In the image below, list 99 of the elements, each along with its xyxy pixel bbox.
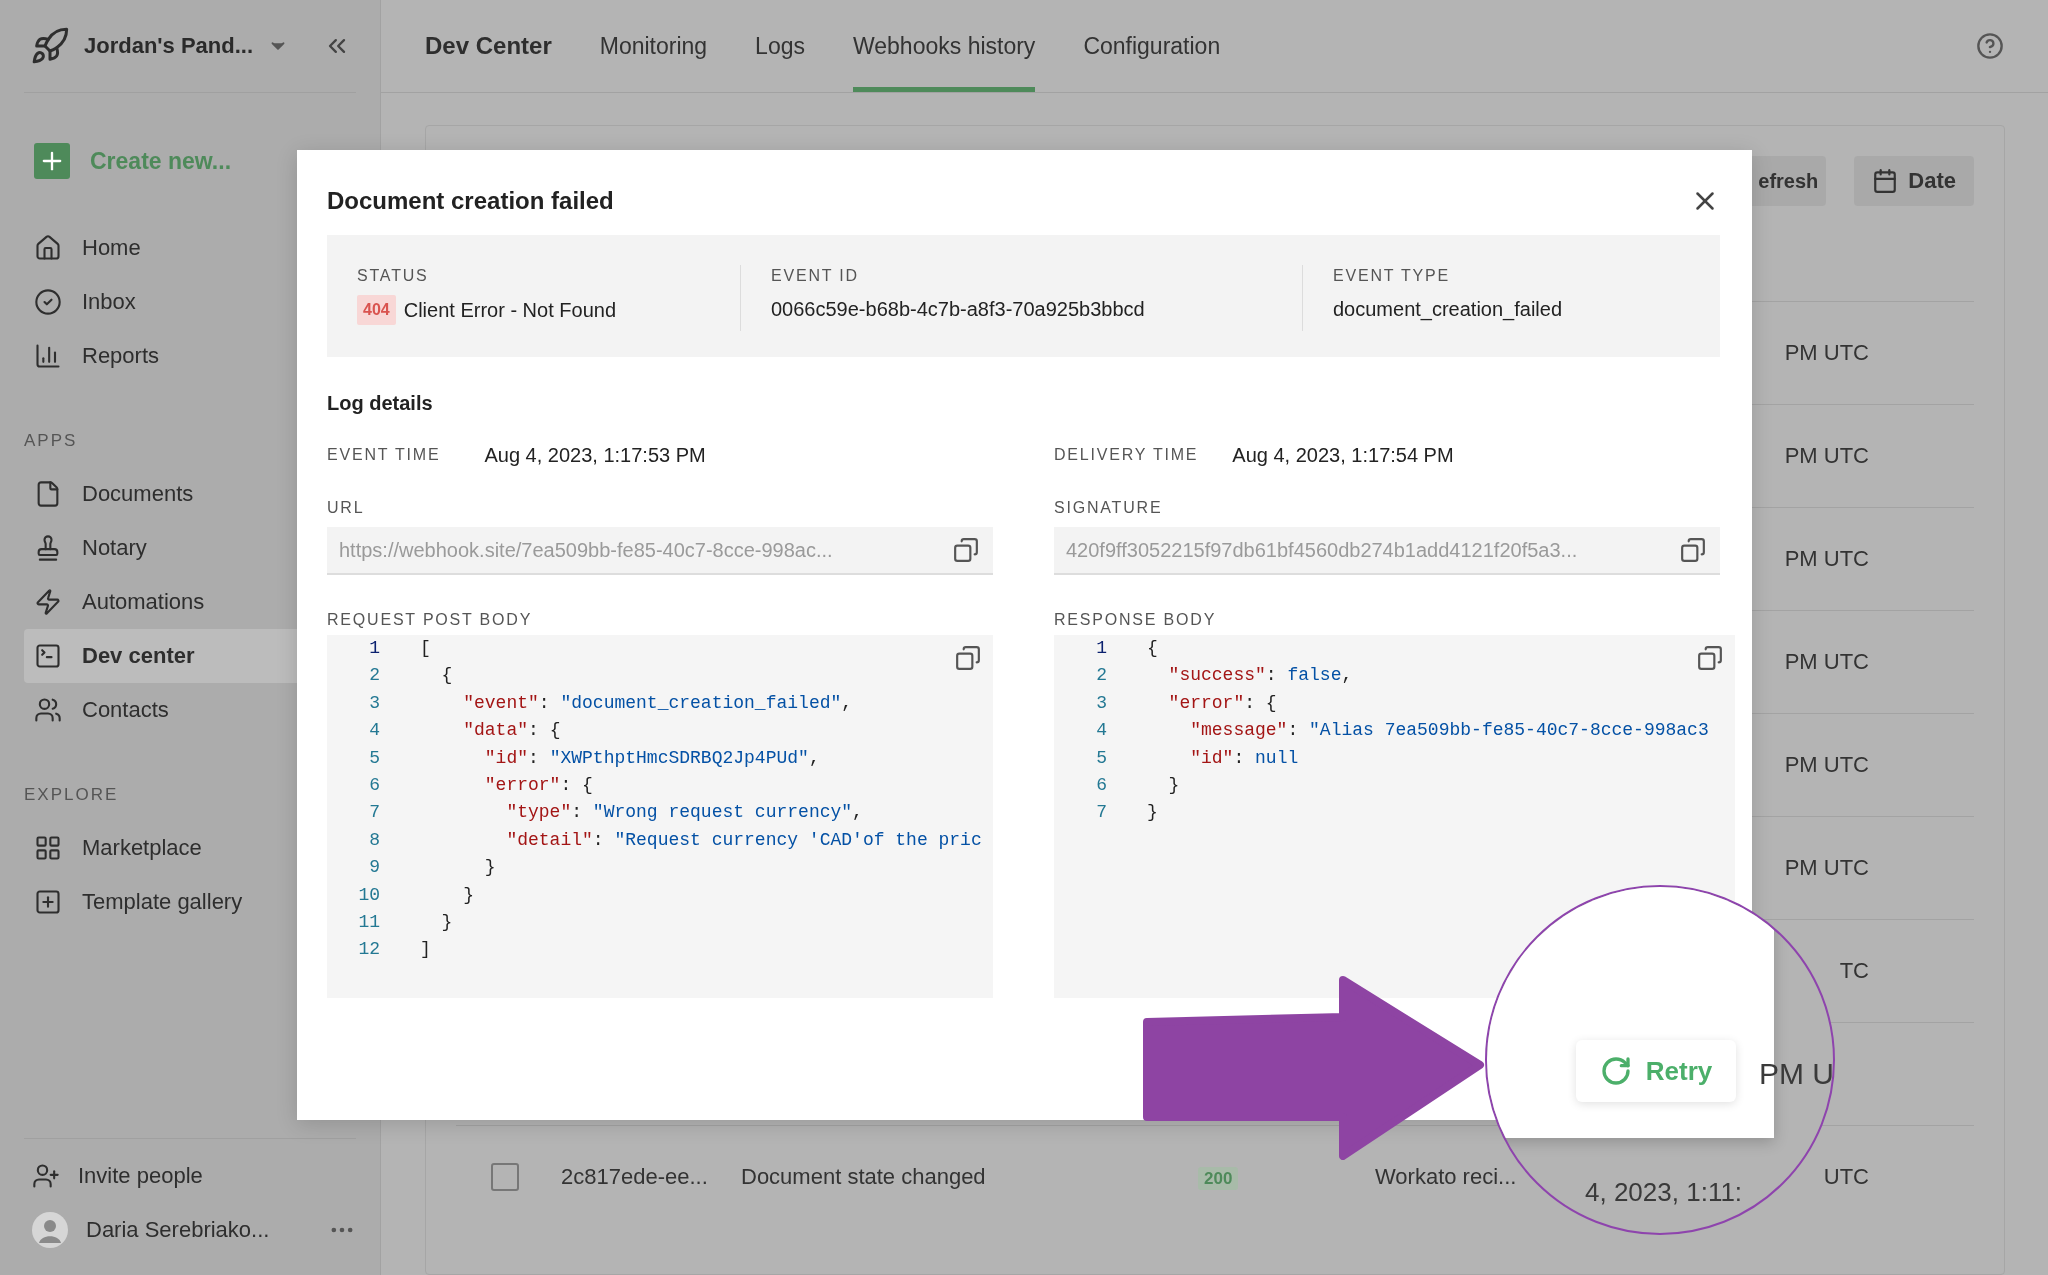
line-number: 7 (368, 801, 380, 825)
line-number: 12 (357, 938, 380, 962)
code-line: { (440, 664, 453, 688)
date-button[interactable]: Date (1854, 156, 1974, 206)
line-number: 6 (368, 774, 380, 798)
summary-label: EVENT TYPE (1333, 266, 1451, 286)
line-number: 11 (357, 911, 380, 935)
table-cell-text: Document state changed (741, 1164, 987, 1190)
table-cell: PM UTC (1784, 855, 1869, 881)
copy-icon[interactable] (1697, 645, 1723, 671)
calendar-icon (1872, 168, 1899, 194)
code-line: [ (420, 637, 431, 660)
code-line: } (1167, 774, 1180, 798)
table-cell: TC (1839, 958, 1869, 984)
code-line: "error": { (483, 774, 593, 798)
nav-tab[interactable]: Logs (755, 0, 805, 92)
sidebar-item-icon (34, 342, 62, 370)
code-line: ] (420, 938, 431, 962)
time-value: Aug 4, 2023, 1:17:54 PM (1232, 443, 1454, 467)
summary-label: EVENT ID (771, 266, 860, 286)
add-person-icon (32, 1162, 60, 1190)
line-number: 8 (368, 828, 380, 852)
sidebar-item-icon (34, 234, 62, 262)
line-number: 5 (368, 746, 380, 770)
status-badge: 404 (357, 295, 396, 325)
code-line: "error": { (1167, 691, 1277, 715)
table-cell: 4, 2023, 1:11: (1585, 1177, 1743, 1208)
sidebar-item-icon (34, 696, 62, 724)
line-number: 3 (1095, 691, 1107, 715)
table-cell-text: 2c817ede-ee... (561, 1164, 709, 1190)
page-title: Dev Center (425, 32, 552, 60)
line-number: 1 (1095, 637, 1107, 660)
nav-tab[interactable]: Configuration (1083, 0, 1221, 92)
row-checkbox[interactable] (491, 1163, 519, 1191)
table-cell: PM UTC (1784, 443, 1869, 469)
table-cell: PM UTC (1784, 752, 1869, 778)
code-line: } (1147, 801, 1158, 825)
table-cell: PM UTC (1784, 546, 1869, 572)
line-number: 9 (368, 856, 380, 880)
sidebar-item-icon (34, 642, 62, 670)
sidebar-item-icon (34, 888, 62, 916)
sidebar-item-icon (34, 834, 62, 862)
code-line: "data": { (462, 719, 561, 743)
summary-value: document_creation_failed (1333, 297, 1564, 323)
sidebar-item-icon (34, 588, 62, 616)
field-label: SIGNATURE (1054, 498, 1164, 518)
code-label: RESPONSE BODY (1054, 610, 1218, 630)
nav-tab[interactable]: Webhooks history (853, 0, 1036, 92)
summary-value: Client Error - Not Found (403, 298, 616, 323)
user-name[interactable]: Daria Serebriako... (86, 1217, 310, 1243)
plus-icon (34, 143, 70, 179)
line-number: 1 (368, 637, 380, 660)
table-cell: UTC (1823, 1164, 1869, 1190)
code-line: } (483, 856, 496, 880)
code-line: "id": null (1189, 746, 1299, 770)
code-line: "type": "Wrong request currency", (505, 801, 863, 825)
table-cell: PM UTC (1784, 649, 1869, 675)
section-heading: APPS (24, 431, 78, 452)
code-line: "detail": "Request currency 'CAD'of the pric (505, 828, 982, 852)
code-line: { (1147, 637, 1158, 660)
sidebar-item-icon (34, 288, 62, 316)
line-number: 4 (1095, 719, 1107, 743)
nav-tab[interactable]: Monitoring (599, 0, 708, 92)
time-label: DELIVERY TIME (1054, 445, 1199, 465)
copy-icon[interactable] (953, 537, 979, 563)
section-title: Log details (327, 391, 434, 416)
summary-label: STATUS (357, 266, 430, 286)
help-icon[interactable] (1976, 32, 2004, 60)
copy-icon[interactable] (955, 645, 981, 671)
line-number: 5 (1095, 746, 1107, 770)
field-label: URL (327, 498, 366, 518)
time-label: EVENT TIME (327, 445, 441, 465)
code-line: "success": false, (1167, 664, 1353, 688)
summary-value: 0066c59e-b68b-4c7b-a8f3-70a925b3bbcd (771, 297, 1146, 322)
code-line: "id": "XWPthptHmcSDRBQ2Jp4PUd", (483, 746, 820, 770)
code-line: } (462, 883, 474, 907)
workspace-name[interactable]: Jordan's Pand... (84, 33, 254, 59)
invite-button[interactable]: Invite people (24, 1149, 356, 1203)
copy-icon[interactable] (1680, 537, 1706, 563)
line-number: 7 (1095, 801, 1107, 825)
section-heading: EXPLORE (24, 785, 119, 806)
table-cell-text: Workato reci... (1375, 1164, 1518, 1190)
line-number: 3 (368, 691, 380, 715)
line-number: 2 (1095, 664, 1107, 688)
line-number: 6 (1095, 774, 1107, 798)
table-cell: PM UTC (1784, 340, 1869, 366)
dialog-title: Document creation failed (327, 187, 614, 215)
line-number: 4 (368, 719, 380, 743)
refresh-icon (1599, 1055, 1632, 1087)
sidebar-item[interactable]: Reports (24, 329, 380, 383)
status-badge: 200 (1198, 1167, 1239, 1190)
code-label: REQUEST POST BODY (327, 610, 534, 630)
line-number: 10 (357, 883, 380, 907)
code-line: "message": "Alias 7ea509bb-fe85-40c7-8cce-998ac3 (1189, 719, 1709, 743)
code-line: "event": "document_creation_failed", (462, 691, 853, 715)
avatar-icon (32, 1212, 68, 1248)
code-line: } (440, 911, 453, 935)
rocket-icon (30, 26, 70, 66)
time-value: Aug 4, 2023, 1:17:53 PM (484, 443, 706, 467)
